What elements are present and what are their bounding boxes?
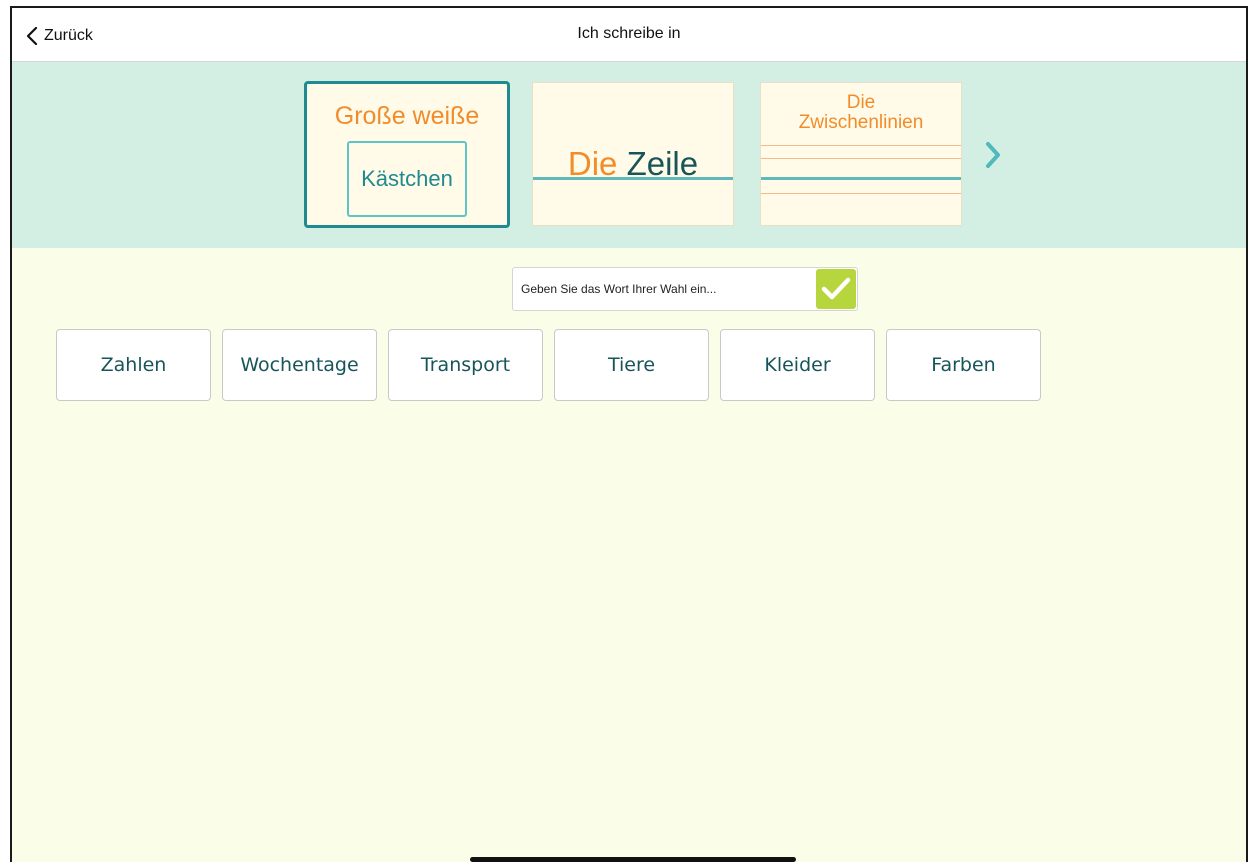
category-button-animals[interactable]: Tiere (554, 329, 709, 401)
category-button-transport[interactable]: Transport (388, 329, 543, 401)
paper-type-selector: Große weiße Kästchen Die Zeile Die Zwisc… (12, 62, 1246, 248)
category-button-clothes[interactable]: Kleider (720, 329, 875, 401)
home-indicator[interactable] (470, 857, 796, 862)
paper-option-title: Die Zwischenlinien (761, 93, 961, 133)
guide-line (761, 193, 961, 194)
category-list: Zahlen Wochentage Transport Tiere Kleide… (56, 329, 1041, 401)
paper-option-intermediate-lines[interactable]: Die Zwischenlinien (760, 82, 962, 226)
chevron-right-icon[interactable] (984, 140, 1002, 170)
baseline-sample (761, 177, 961, 180)
word-input[interactable] (521, 268, 811, 310)
title-word-orange: Die (567, 145, 618, 182)
title-line-1: Die (846, 92, 876, 113)
title-word-teal: Zeile (626, 145, 699, 182)
paper-option-line[interactable]: Die Zeile (532, 82, 734, 226)
title-line-2: Zwischenlinien (798, 112, 924, 133)
category-button-colors[interactable]: Farben (886, 329, 1041, 401)
navigation-bar: Zurück Ich schreibe in (12, 8, 1246, 62)
paper-option-large-boxes[interactable]: Große weiße Kästchen (304, 81, 510, 228)
confirm-button[interactable] (816, 269, 856, 309)
guide-line (761, 158, 961, 159)
page-title: Ich schreibe in (577, 25, 681, 42)
word-entry (512, 267, 858, 311)
paper-option-title: Die Zeile (533, 145, 733, 183)
paper-option-box-sample: Kästchen (347, 141, 467, 217)
checkmark-icon (821, 277, 851, 300)
paper-option-title: Große weiße (334, 102, 480, 130)
category-button-numbers[interactable]: Zahlen (56, 329, 211, 401)
category-button-weekdays[interactable]: Wochentage (222, 329, 377, 401)
app-window: Zurück Ich schreibe in Große weiße Kästc… (10, 6, 1248, 862)
guide-line (761, 145, 961, 146)
